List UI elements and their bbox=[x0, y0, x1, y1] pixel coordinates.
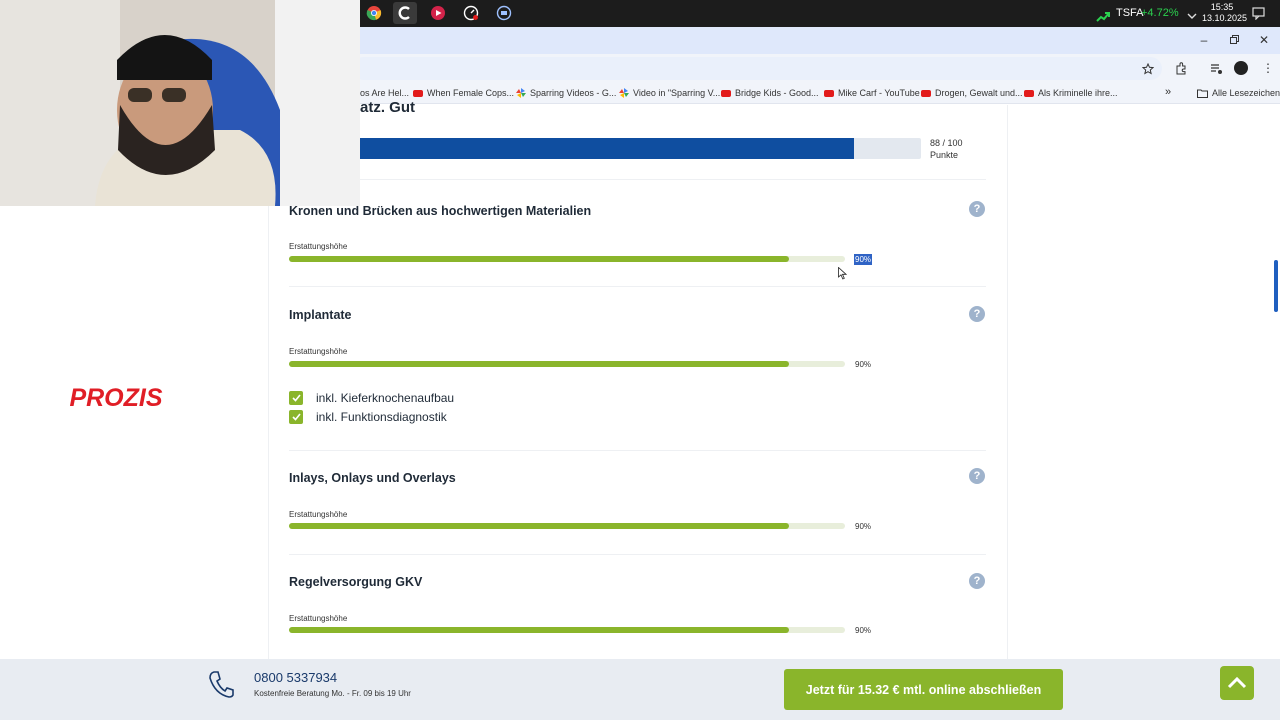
reimbursement-label: Erstattungshöhe bbox=[289, 614, 348, 623]
media-player-app-icon[interactable] bbox=[426, 2, 450, 24]
chevron-up-icon bbox=[1227, 677, 1247, 689]
footer-bar: 0800 5337934 Kostenfreie Beratung Mo. - … bbox=[0, 659, 1280, 720]
media-controls-icon[interactable] bbox=[1210, 62, 1223, 80]
all-bookmarks-button[interactable]: Alle Lesezeichen bbox=[1197, 88, 1280, 98]
help-icon[interactable]: ? bbox=[969, 573, 985, 589]
profile-avatar[interactable] bbox=[1234, 61, 1248, 75]
checkmark-icon bbox=[289, 391, 303, 405]
bookmark-item[interactable]: Drogen, Gewalt und... bbox=[921, 88, 1023, 98]
help-icon[interactable]: ? bbox=[969, 468, 985, 484]
signup-cta-button[interactable]: Jetzt für 15.32 € mtl. online abschließe… bbox=[784, 669, 1063, 710]
section-title-inlays: Inlays, Onlays und Overlays bbox=[289, 471, 456, 485]
feature-check-item: inkl. Kieferknochenaufbau bbox=[289, 391, 454, 405]
section-divider bbox=[289, 554, 986, 555]
section-divider bbox=[289, 179, 986, 180]
minimize-icon[interactable]: – bbox=[1196, 32, 1212, 48]
reimbursement-label: Erstattungshöhe bbox=[289, 347, 348, 356]
section-title-kronen: Kronen und Brücken aus hochwertigen Mate… bbox=[289, 204, 592, 218]
browser-menu-icon[interactable]: ⋮ bbox=[1262, 61, 1274, 75]
scroll-to-top-button[interactable] bbox=[1220, 666, 1254, 700]
extensions-icon[interactable] bbox=[1175, 62, 1188, 80]
reimbursement-bar-fill bbox=[289, 361, 789, 367]
reimbursement-bar-fill bbox=[289, 256, 789, 262]
phone-icon bbox=[208, 670, 234, 703]
chevron-down-icon[interactable] bbox=[1187, 8, 1197, 26]
stock-trend-icon bbox=[1096, 9, 1110, 27]
clock-time: 15:35 bbox=[1210, 2, 1234, 12]
bookmark-item[interactable]: When Female Cops... bbox=[413, 88, 514, 98]
youtube-icon bbox=[413, 89, 423, 97]
scrollbar-thumb[interactable] bbox=[1274, 260, 1278, 312]
reimbursement-percent: 90% bbox=[855, 522, 872, 531]
reimbursement-percent: 90% bbox=[854, 254, 873, 265]
reimbursement-label: Erstattungshöhe bbox=[289, 242, 348, 251]
bookmark-item[interactable]: Sparring Videos - G... bbox=[516, 88, 616, 98]
reimbursement-percent: 90% bbox=[855, 626, 872, 635]
section-divider bbox=[289, 450, 986, 451]
bookmark-item[interactable]: os Are Hel... bbox=[360, 88, 409, 98]
reimbursement-label: Erstattungshöhe bbox=[289, 510, 348, 519]
score-label: 88 / 100 Punkte bbox=[930, 138, 963, 160]
bookmark-item[interactable]: Als Kriminelle ihre... bbox=[1024, 88, 1118, 98]
folder-icon bbox=[1197, 89, 1208, 98]
section-title-implantate: Implantate bbox=[289, 308, 352, 322]
notification-icon[interactable] bbox=[1252, 7, 1265, 25]
youtube-icon bbox=[921, 89, 931, 97]
bookmark-item[interactable]: Video in "Sparring V... bbox=[619, 88, 720, 98]
reimbursement-percent: 90% bbox=[855, 360, 872, 369]
clock-date: 13.10.2025 bbox=[1202, 13, 1248, 23]
bookmark-item[interactable]: Mike Carf - YouTube bbox=[824, 88, 920, 98]
webcam-person-image bbox=[0, 0, 360, 206]
url-field[interactable] bbox=[352, 57, 1162, 80]
prozis-logo: PROZIS bbox=[36, 384, 196, 415]
mouse-cursor-icon bbox=[838, 266, 848, 285]
youtube-icon bbox=[1024, 89, 1034, 97]
rating-heading: atz. Gut bbox=[360, 99, 415, 116]
ccleaner-app-icon[interactable] bbox=[393, 2, 417, 24]
bookmarks-more-button[interactable]: » bbox=[1165, 86, 1171, 98]
phone-number-link[interactable]: 0800 5337934 bbox=[254, 670, 337, 685]
close-icon[interactable]: ✕ bbox=[1256, 32, 1272, 48]
speedometer-app-icon[interactable] bbox=[459, 2, 483, 24]
restore-icon[interactable] bbox=[1226, 32, 1242, 48]
calculator-app-icon[interactable] bbox=[492, 2, 516, 24]
help-icon[interactable]: ? bbox=[969, 201, 985, 217]
score-bar-fill bbox=[360, 138, 854, 159]
reimbursement-bar-fill bbox=[289, 523, 789, 529]
webcam-overlay bbox=[0, 0, 360, 206]
feature-check-item: inkl. Funktionsdiagnostik bbox=[289, 410, 447, 424]
section-title-regelversorgung: Regelversorgung GKV bbox=[289, 575, 423, 589]
system-clock[interactable]: 15:35 13.10.2025 bbox=[1202, 2, 1248, 24]
help-icon[interactable]: ? bbox=[969, 306, 985, 322]
reimbursement-bar-fill bbox=[289, 627, 789, 633]
chrome-app-icon[interactable] bbox=[362, 2, 386, 24]
youtube-icon bbox=[824, 89, 834, 97]
svg-text:PROZIS: PROZIS bbox=[69, 384, 162, 410]
checkmark-icon bbox=[289, 410, 303, 424]
stock-change: +4.72% bbox=[1141, 7, 1179, 19]
pinwheel-icon bbox=[619, 88, 629, 98]
stock-symbol: TSFA bbox=[1116, 7, 1144, 19]
bookmark-star-icon[interactable] bbox=[1141, 62, 1155, 80]
bookmark-item[interactable]: Bridge Kids - Good... bbox=[721, 88, 819, 98]
pinwheel-icon bbox=[516, 88, 526, 98]
section-divider bbox=[289, 286, 986, 287]
phone-hours-note: Kostenfreie Beratung Mo. - Fr. 09 bis 19… bbox=[254, 689, 411, 698]
youtube-icon bbox=[721, 89, 731, 97]
